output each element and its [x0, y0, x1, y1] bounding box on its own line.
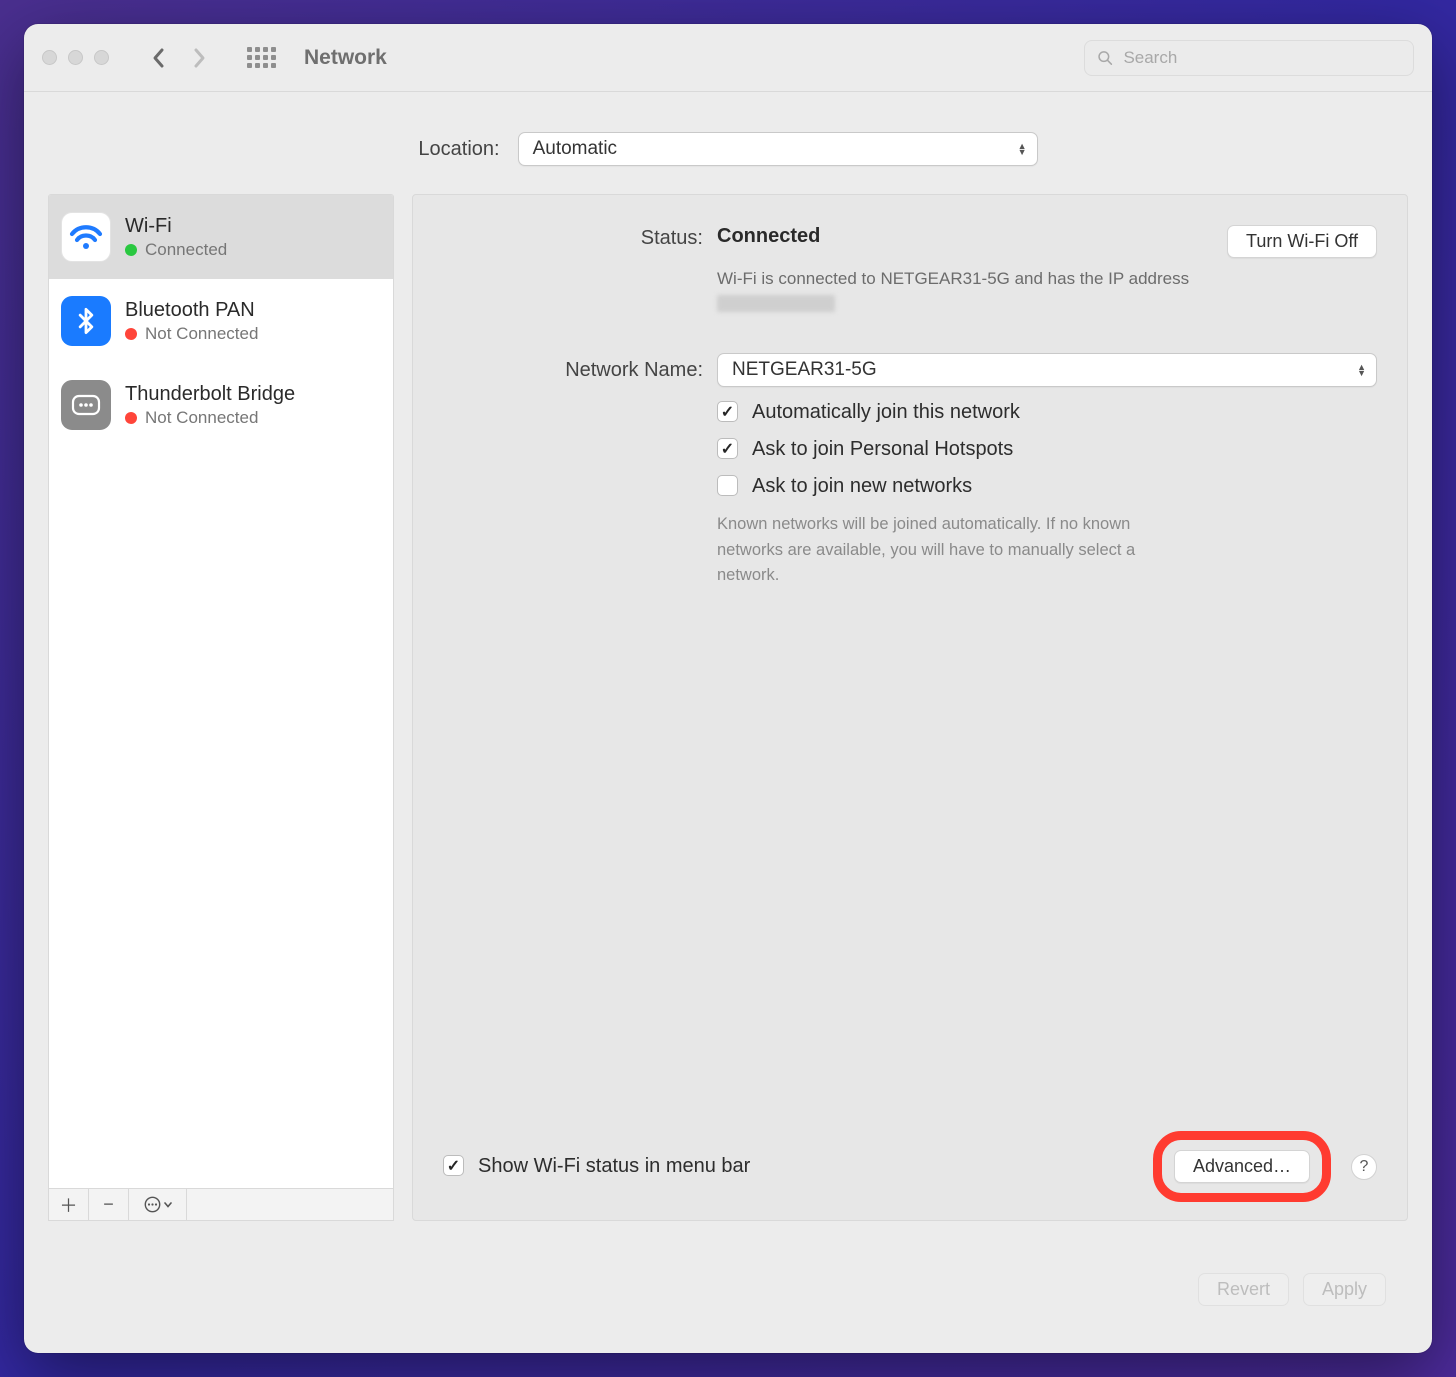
- toggle-wifi-button[interactable]: Turn Wi-Fi Off: [1227, 225, 1377, 258]
- service-actions-menu[interactable]: [129, 1189, 187, 1220]
- remove-service-button[interactable]: −: [89, 1189, 129, 1220]
- service-status-text: Not Connected: [145, 324, 258, 344]
- service-text: Wi-Fi Connected: [125, 215, 227, 260]
- show-all-button[interactable]: [247, 47, 276, 68]
- service-text: Thunderbolt Bridge Not Connected: [125, 383, 295, 428]
- window-controls: [42, 50, 109, 65]
- apply-button[interactable]: Apply: [1303, 1273, 1386, 1306]
- service-sidebar: Wi-Fi Connected Bluetooth PAN: [48, 194, 394, 1221]
- service-status: Connected: [125, 240, 227, 260]
- service-status: Not Connected: [125, 408, 295, 428]
- location-label: Location:: [418, 138, 499, 161]
- network-name-row: Network Name: NETGEAR31-5G ▲▼: [443, 353, 1377, 387]
- ellipsis-circle-icon: [144, 1196, 172, 1213]
- auto-join-checkbox[interactable]: [717, 401, 738, 422]
- auto-join-row: Automatically join this network: [717, 401, 1377, 424]
- status-dot-icon: [125, 412, 137, 424]
- service-text: Bluetooth PAN Not Connected: [125, 299, 258, 344]
- service-item-wifi[interactable]: Wi-Fi Connected: [49, 195, 393, 279]
- search-icon: [1097, 49, 1113, 67]
- toolbar-spacer: [187, 1189, 393, 1220]
- updown-stepper-icon: ▲▼: [1018, 143, 1027, 155]
- service-status-text: Connected: [145, 240, 227, 260]
- chevron-down-icon: [164, 1202, 172, 1208]
- close-window-button[interactable]: [42, 50, 57, 65]
- page-title: Network: [304, 46, 387, 70]
- ask-hotspot-label: Ask to join Personal Hotspots: [752, 438, 1013, 461]
- network-name-select[interactable]: NETGEAR31-5G ▲▼: [717, 353, 1377, 387]
- help-icon: ?: [1360, 1158, 1369, 1176]
- redacted-ip: [717, 295, 835, 312]
- location-row: Location: Automatic ▲▼: [48, 132, 1408, 166]
- status-row: Status: Connected Turn Wi-Fi Off: [443, 225, 1377, 258]
- service-list: Wi-Fi Connected Bluetooth PAN: [48, 194, 394, 1189]
- status-description-text: Wi-Fi is connected to NETGEAR31-5G and h…: [717, 269, 1189, 288]
- chevron-left-icon: [151, 46, 167, 70]
- ask-hotspot-row: Ask to join Personal Hotspots: [717, 438, 1377, 461]
- preferences-window: Network Location: Automatic ▲▼: [24, 24, 1432, 1353]
- titlebar: Network: [24, 24, 1432, 92]
- ask-hotspot-checkbox[interactable]: [717, 438, 738, 459]
- zoom-window-button[interactable]: [94, 50, 109, 65]
- window-footer: Revert Apply: [48, 1249, 1408, 1329]
- service-status: Not Connected: [125, 324, 258, 344]
- location-value: Automatic: [533, 138, 617, 160]
- revert-button[interactable]: Revert: [1198, 1273, 1289, 1306]
- updown-stepper-icon: ▲▼: [1357, 364, 1366, 376]
- service-name: Wi-Fi: [125, 215, 227, 238]
- forward-button[interactable]: [185, 39, 213, 77]
- status-label: Status:: [443, 225, 703, 250]
- advanced-button[interactable]: Advanced…: [1174, 1150, 1310, 1183]
- auto-join-label: Automatically join this network: [752, 401, 1020, 424]
- ask-new-checkbox[interactable]: [717, 475, 738, 496]
- help-button[interactable]: ?: [1351, 1154, 1377, 1180]
- columns: Wi-Fi Connected Bluetooth PAN: [48, 194, 1408, 1221]
- service-item-thunderbolt[interactable]: Thunderbolt Bridge Not Connected: [49, 363, 393, 447]
- content-body: Location: Automatic ▲▼ Wi-Fi: [24, 92, 1432, 1353]
- menu-bar-row: Show Wi-Fi status in menu bar: [443, 1155, 750, 1178]
- location-select[interactable]: Automatic ▲▼: [518, 132, 1038, 166]
- service-name: Bluetooth PAN: [125, 299, 258, 322]
- status-dot-icon: [125, 328, 137, 340]
- show-menubar-label: Show Wi-Fi status in menu bar: [478, 1155, 750, 1178]
- back-button[interactable]: [145, 39, 173, 77]
- network-name-value: NETGEAR31-5G: [732, 359, 877, 381]
- service-name: Thunderbolt Bridge: [125, 383, 295, 406]
- search-input[interactable]: [1123, 48, 1401, 68]
- bluetooth-icon: [61, 296, 111, 346]
- detail-panel: Status: Connected Turn Wi-Fi Off Wi-Fi i…: [412, 194, 1408, 1221]
- show-menubar-checkbox[interactable]: [443, 1155, 464, 1176]
- ask-new-hint: Known networks will be joined automatica…: [717, 512, 1197, 589]
- status-description: Wi-Fi is connected to NETGEAR31-5G and h…: [717, 266, 1207, 317]
- detail-footer: Show Wi-Fi status in menu bar Advanced… …: [443, 1111, 1377, 1202]
- service-item-bluetooth[interactable]: Bluetooth PAN Not Connected: [49, 279, 393, 363]
- search-field[interactable]: [1084, 40, 1414, 76]
- service-status-text: Not Connected: [145, 408, 258, 428]
- status-dot-icon: [125, 244, 137, 256]
- minimize-window-button[interactable]: [68, 50, 83, 65]
- wifi-icon: [61, 212, 111, 262]
- sidebar-toolbar: ＋ −: [48, 1189, 394, 1221]
- ask-new-row: Ask to join new networks: [717, 475, 1377, 498]
- advanced-highlight: Advanced…: [1153, 1131, 1331, 1202]
- ask-new-label: Ask to join new networks: [752, 475, 972, 498]
- chevron-right-icon: [191, 46, 207, 70]
- add-service-button[interactable]: ＋: [49, 1189, 89, 1220]
- status-value: Connected: [717, 225, 820, 248]
- thunderbolt-bridge-icon: [61, 380, 111, 430]
- network-name-label: Network Name:: [443, 359, 703, 382]
